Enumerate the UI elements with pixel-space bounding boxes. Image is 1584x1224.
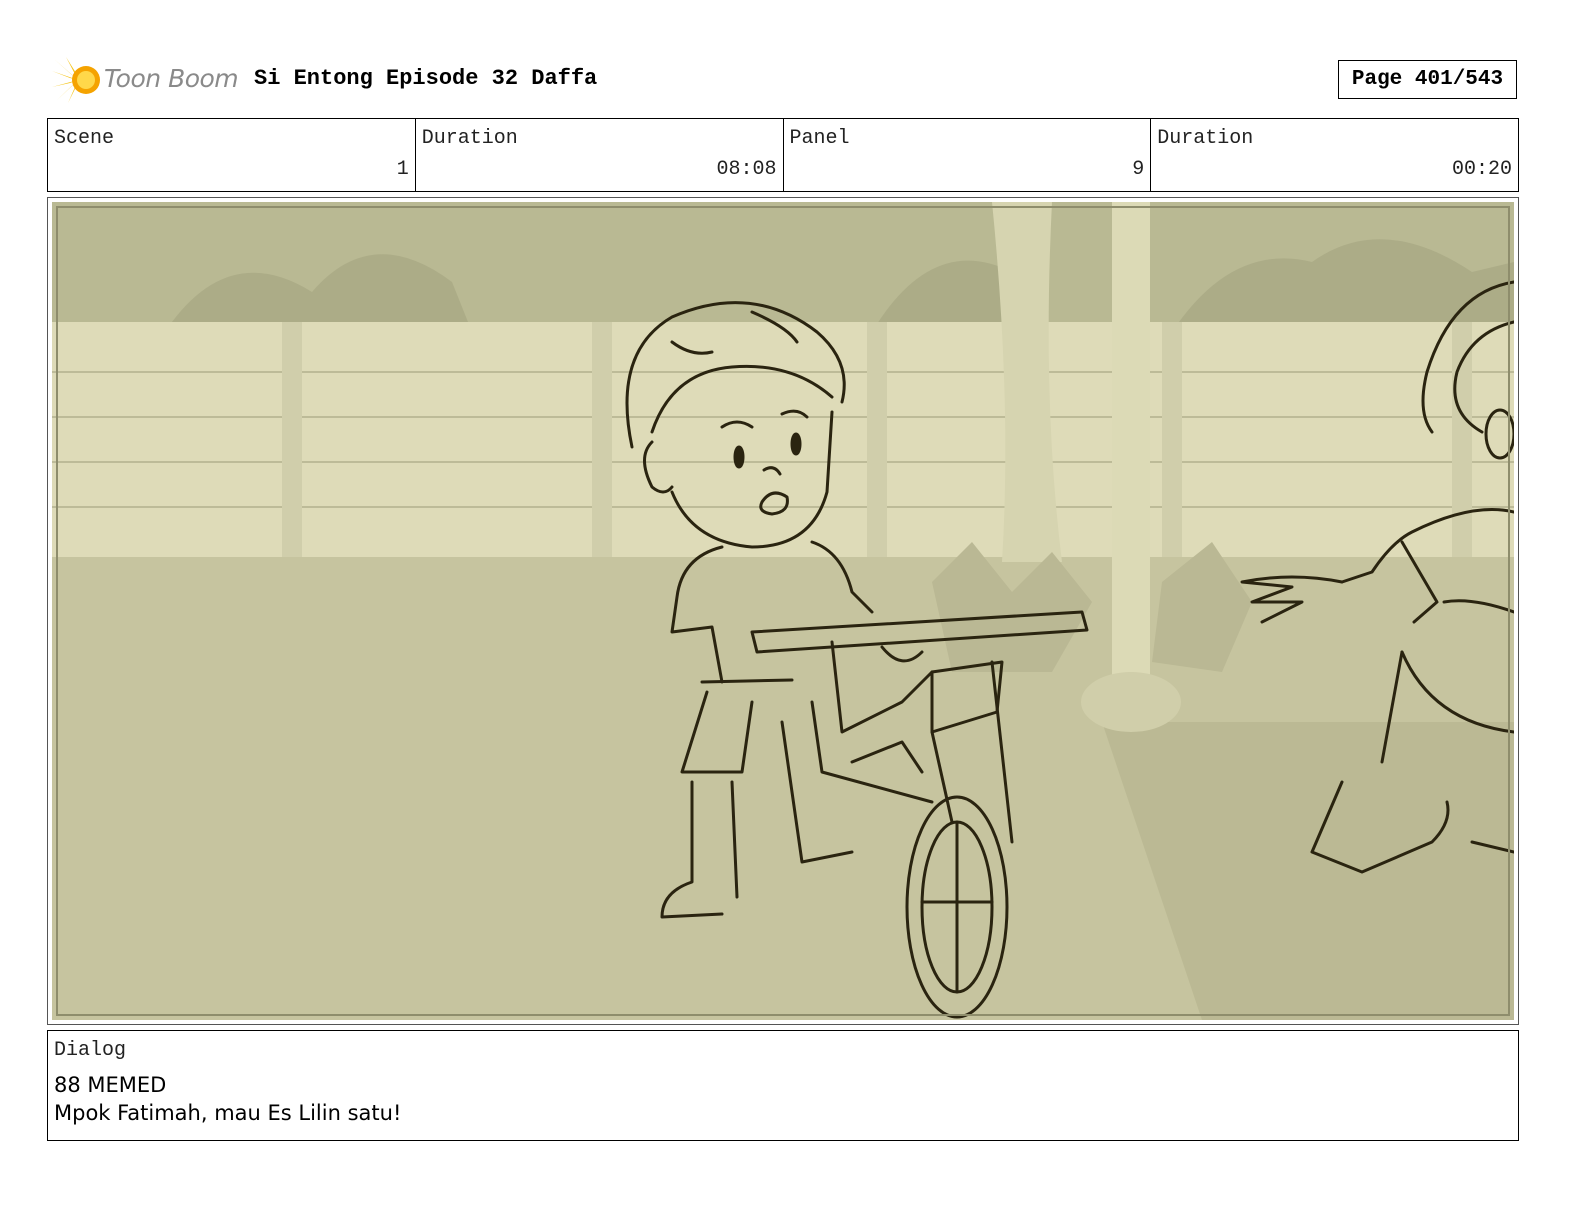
scene-label: Scene bbox=[54, 127, 115, 150]
panel-value: 9 bbox=[1132, 158, 1145, 181]
scene-info-table: Scene 1 Duration 08:08 Panel 9 Duration … bbox=[47, 118, 1519, 192]
panel-duration-label: Duration bbox=[1157, 127, 1254, 150]
toon-boom-logo: Toon Boom bbox=[52, 55, 242, 105]
panel-cell: Panel 9 bbox=[784, 119, 1152, 191]
dialog-box: Dialog 88 MEMED Mpok Fatimah, mau Es Lil… bbox=[47, 1030, 1519, 1141]
sketch-illustration bbox=[52, 202, 1514, 1020]
scene-duration-value: 08:08 bbox=[716, 158, 777, 181]
scene-duration-label: Duration bbox=[421, 127, 518, 150]
panel-duration-cell: Duration 00:20 bbox=[1151, 119, 1518, 191]
panel-artwork bbox=[52, 202, 1514, 1020]
dialog-speaker: 88 MEMED bbox=[54, 1073, 167, 1097]
storyboard-panel bbox=[47, 197, 1519, 1025]
panel-label: Panel bbox=[789, 127, 850, 150]
dialog-label: Dialog bbox=[54, 1039, 127, 1062]
document-title: Si Entong Episode 32 Daffa bbox=[254, 66, 598, 91]
scene-cell: Scene 1 bbox=[48, 119, 416, 191]
panel-duration-value: 00:20 bbox=[1451, 158, 1512, 181]
logo-text: Toon Boom bbox=[104, 64, 239, 93]
toon-boom-sun-icon bbox=[52, 57, 100, 103]
scene-value: 1 bbox=[396, 158, 409, 181]
page-number: Page 401/543 bbox=[1338, 60, 1517, 99]
dialog-text: Mpok Fatimah, mau Es Lilin satu! bbox=[54, 1101, 402, 1125]
scene-duration-cell: Duration 08:08 bbox=[416, 119, 784, 191]
